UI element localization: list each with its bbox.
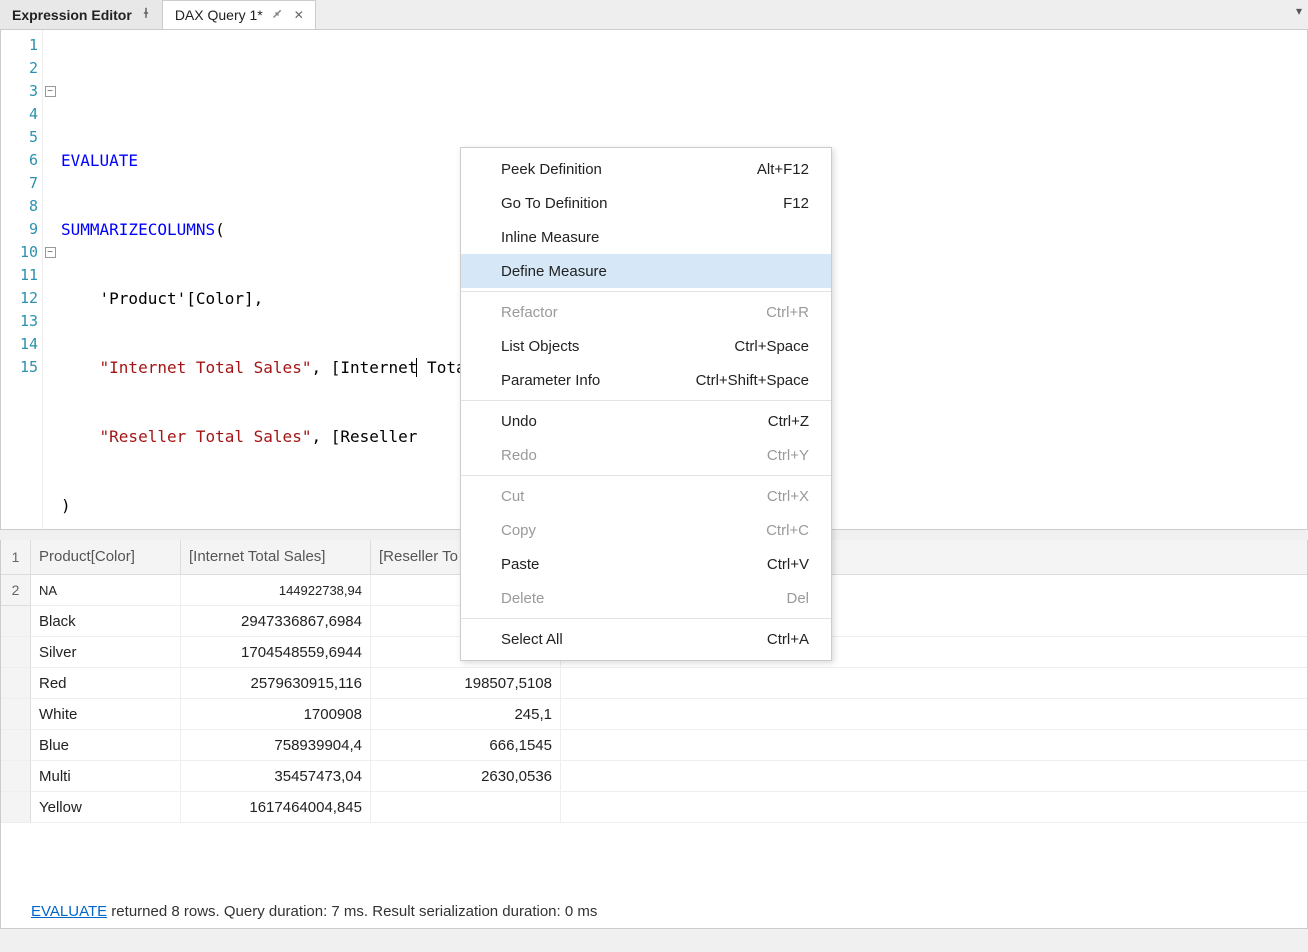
cell: 1700908 (181, 699, 371, 729)
cell: 758939904,4 (181, 730, 371, 760)
table-row[interactable]: Multi35457473,042630,0536 (1, 761, 1307, 792)
row-gutter (1, 606, 31, 636)
tabbar-dropdown-icon[interactable]: ▾ (1296, 4, 1302, 18)
menu-item-label: Paste (501, 556, 539, 573)
status-link[interactable]: EVALUATE (31, 903, 107, 920)
menu-item-inline-measure[interactable]: Inline Measure (461, 220, 831, 254)
menu-item-label: Peek Definition (501, 161, 602, 178)
fold-toggle-icon[interactable]: − (45, 247, 56, 258)
menu-item-delete: Delete Del (461, 581, 831, 615)
menu-item-shortcut: Alt+F12 (757, 161, 809, 178)
menu-item-label: Inline Measure (501, 229, 599, 246)
table-row[interactable]: Yellow1617464004,845 (1, 792, 1307, 823)
cell: 1617464004,845 (181, 792, 371, 822)
cell: White (31, 699, 181, 729)
menu-item-label: Undo (501, 413, 537, 430)
status-bar: EVALUATE returned 8 rows. Query duration… (31, 903, 597, 920)
menu-item-copy: Copy Ctrl+C (461, 513, 831, 547)
row-gutter (1, 699, 31, 729)
menu-item-shortcut: Ctrl+A (767, 631, 809, 648)
menu-item-shortcut: Ctrl+V (767, 556, 809, 573)
code-line (57, 80, 1307, 103)
column-header[interactable]: [Internet Total Sales] (181, 540, 371, 574)
menu-item-undo[interactable]: Undo Ctrl+Z (461, 404, 831, 438)
table-row[interactable]: Red2579630915,116198507,5108 (1, 668, 1307, 699)
cell: 666,1545 (371, 730, 561, 760)
menu-item-shortcut: Ctrl+C (766, 522, 809, 539)
menu-item-shortcut: Ctrl+Y (767, 447, 809, 464)
menu-item-go-to-definition[interactable]: Go To Definition F12 (461, 186, 831, 220)
menu-item-label: Redo (501, 447, 537, 464)
row-gutter (1, 730, 31, 760)
pin-icon[interactable] (138, 7, 154, 22)
pin-icon[interactable] (269, 8, 285, 23)
cell: Multi (31, 761, 181, 791)
cell: Black (31, 606, 181, 636)
menu-item-list-objects[interactable]: List Objects Ctrl+Space (461, 329, 831, 363)
menu-item-label: Refactor (501, 304, 558, 321)
fold-toggle-icon[interactable]: − (45, 86, 56, 97)
menu-item-peek-definition[interactable]: Peek Definition Alt+F12 (461, 152, 831, 186)
cell: 198507,5108 (371, 668, 561, 698)
menu-item-paste[interactable]: Paste Ctrl+V (461, 547, 831, 581)
menu-separator (461, 618, 831, 619)
menu-item-refactor: Refactor Ctrl+R (461, 295, 831, 329)
menu-separator (461, 475, 831, 476)
menu-item-redo: Redo Ctrl+Y (461, 438, 831, 472)
tab-expression-editor[interactable]: Expression Editor (0, 0, 163, 29)
close-icon[interactable]: ✕ (291, 8, 307, 22)
menu-item-label: Parameter Info (501, 372, 600, 389)
tab-bar: Expression Editor DAX Query 1* ✕ ▾ (0, 0, 1308, 30)
menu-item-label: Copy (501, 522, 536, 539)
cell: Yellow (31, 792, 181, 822)
row-gutter (1, 792, 31, 822)
menu-item-shortcut: Del (786, 590, 809, 607)
menu-item-label: Select All (501, 631, 563, 648)
tab-label: DAX Query 1* (175, 7, 263, 23)
line-number-gutter: 1 2 3 4 5 6 7 8 9 10 11 12 13 14 15 (1, 30, 43, 529)
cell: 35457473,04 (181, 761, 371, 791)
cell: 144922738,94 (181, 575, 371, 606)
menu-item-shortcut: Ctrl+Space (734, 338, 809, 355)
cell: 1704548559,6944 (181, 637, 371, 667)
table-row[interactable]: White1700908245,1 (1, 699, 1307, 730)
menu-item-shortcut: Ctrl+X (767, 488, 809, 505)
menu-item-shortcut: Ctrl+Shift+Space (696, 372, 809, 389)
menu-item-label: Cut (501, 488, 524, 505)
menu-item-shortcut: Ctrl+Z (768, 413, 809, 430)
cell: NA (31, 575, 181, 606)
menu-item-parameter-info[interactable]: Parameter Info Ctrl+Shift+Space (461, 363, 831, 397)
context-menu: Peek Definition Alt+F12 Go To Definition F1… (460, 147, 832, 661)
fold-gutter: − − (43, 30, 57, 529)
menu-separator (461, 291, 831, 292)
menu-item-label: Go To Definition (501, 195, 607, 212)
menu-item-define-measure[interactable]: Define Measure (461, 254, 831, 288)
menu-item-shortcut: Ctrl+R (766, 304, 809, 321)
cell: Silver (31, 637, 181, 667)
result-tab-2[interactable]: 2 (1, 575, 31, 606)
row-gutter (1, 668, 31, 698)
column-header[interactable]: Product[Color] (31, 540, 181, 574)
status-text: returned 8 rows. Query duration: 7 ms. R… (107, 903, 597, 920)
tab-label: Expression Editor (12, 7, 132, 23)
cell: 2630,0536 (371, 761, 561, 791)
cell (371, 792, 561, 822)
table-row[interactable]: Blue758939904,4666,1545 (1, 730, 1307, 761)
cell: 245,1 (371, 699, 561, 729)
menu-item-select-all[interactable]: Select All Ctrl+A (461, 622, 831, 656)
cell: Blue (31, 730, 181, 760)
cell: 2947336867,6984 (181, 606, 371, 636)
cell: Red (31, 668, 181, 698)
menu-item-label: List Objects (501, 338, 579, 355)
tab-dax-query[interactable]: DAX Query 1* ✕ (163, 0, 316, 29)
row-gutter (1, 637, 31, 667)
menu-item-cut: Cut Ctrl+X (461, 479, 831, 513)
menu-item-label: Delete (501, 590, 544, 607)
result-tab-1[interactable]: 1 (1, 540, 31, 574)
cell: 2579630915,116 (181, 668, 371, 698)
menu-item-label: Define Measure (501, 263, 607, 280)
menu-item-shortcut: F12 (783, 195, 809, 212)
menu-separator (461, 400, 831, 401)
row-gutter (1, 761, 31, 791)
